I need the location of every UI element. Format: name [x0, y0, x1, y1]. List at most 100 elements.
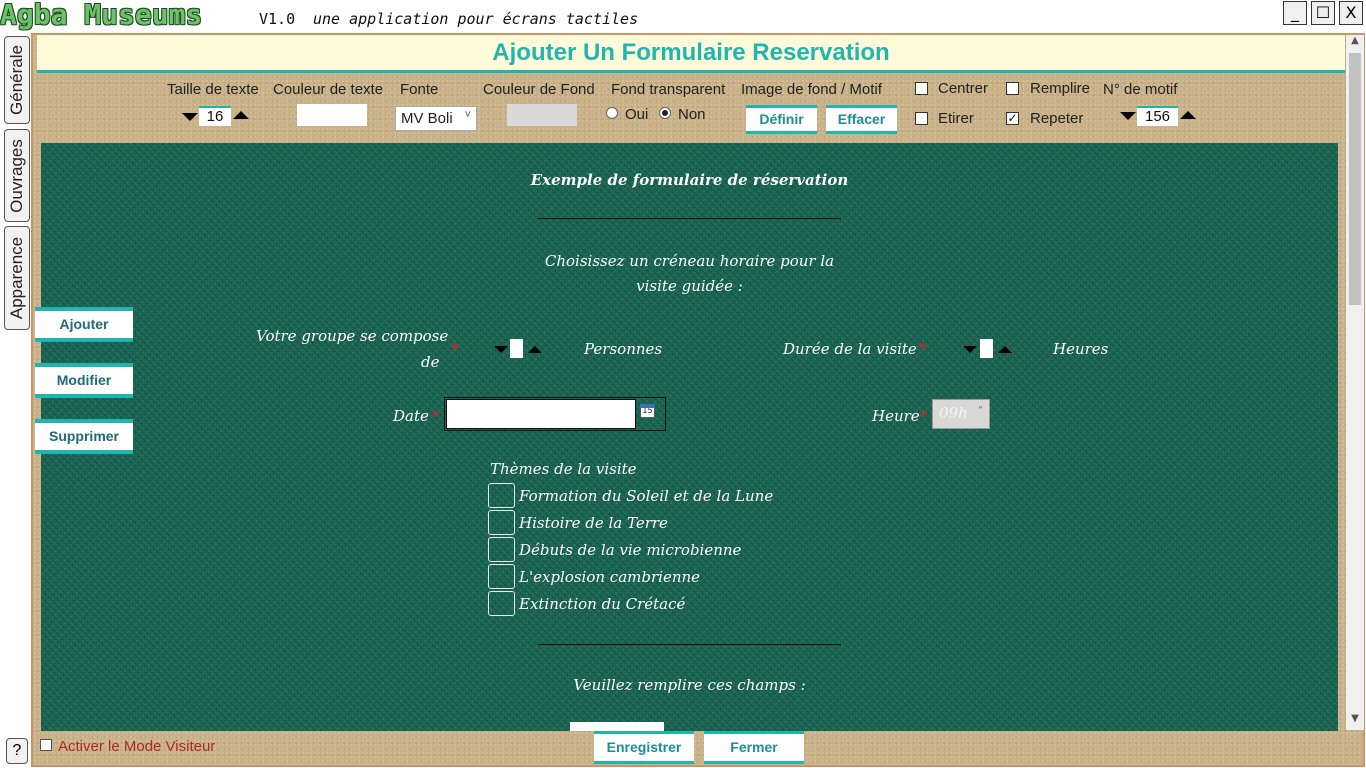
theme-checkbox[interactable] — [488, 537, 515, 562]
theme-checkbox[interactable] — [488, 483, 515, 508]
group-label: Votre groupe se compose — [256, 327, 449, 345]
visitor-mode-label: Activer le Mode Visiteur — [58, 738, 216, 755]
form-divider-top — [538, 218, 841, 219]
theme-label: Débuts de la vie microbienne — [519, 541, 742, 559]
define-button[interactable]: Définir — [746, 105, 817, 134]
theme-label: L'explosion cambrienne — [519, 568, 701, 586]
tab-ouvrages[interactable]: Ouvrages — [4, 129, 30, 222]
add-button[interactable]: Ajouter — [35, 307, 133, 342]
text-size-value[interactable]: 16 — [199, 106, 231, 126]
tab-ouvrages-label: Ouvrages — [7, 138, 26, 213]
date-label: Date — [393, 407, 429, 425]
font-label: Fonte — [400, 81, 439, 98]
slot-prompt-line1: Choisissez un créneau horaire pour la — [544, 252, 835, 270]
pattern-increase-icon[interactable] — [1180, 111, 1196, 119]
pattern-number-label: N° de motif — [1103, 81, 1178, 98]
tab-generale-label: Générale — [7, 45, 26, 115]
text-size-label: Taille de texte — [167, 81, 259, 98]
transparent-yes-radio[interactable] — [606, 107, 618, 119]
minimize-button[interactable]: _ — [1283, 1, 1307, 25]
form-field-partial[interactable] — [570, 722, 664, 731]
text-size-increase-icon[interactable] — [233, 111, 249, 119]
group-increase-icon[interactable] — [528, 346, 542, 353]
date-input[interactable] — [446, 399, 636, 429]
theme-label: Extinction du Crétacé — [519, 595, 686, 613]
app-version: V1.0 — [259, 10, 296, 28]
help-button[interactable]: ? — [6, 738, 28, 764]
page-header: Ajouter Un Formulaire Reservation — [37, 35, 1345, 73]
theme-checkbox[interactable] — [488, 510, 515, 535]
scroll-down-arrow-icon[interactable]: ▼ — [1346, 713, 1364, 729]
text-color-swatch[interactable] — [297, 104, 367, 126]
maximize-button[interactable]: ☐ — [1311, 1, 1335, 25]
transparent-no-label: Non — [678, 106, 706, 123]
text-size-decrease-icon[interactable] — [182, 113, 198, 121]
close-window-button[interactable]: X — [1339, 1, 1363, 25]
hour-label: Heure — [872, 407, 920, 425]
bg-image-label: Image de fond / Motif — [741, 81, 882, 98]
modify-button[interactable]: Modifier — [35, 363, 133, 398]
scroll-up-arrow-icon[interactable]: ▲ — [1346, 35, 1364, 51]
fill-label: Remplire — [1030, 80, 1091, 97]
center-checkbox[interactable] — [915, 82, 928, 95]
fill-fields-prompt: Veuillez remplire ces champs : — [573, 676, 806, 694]
delete-button[interactable]: Supprimer — [35, 419, 133, 454]
date-required-mark: * — [432, 407, 440, 425]
chevron-down-icon: ˅ — [464, 109, 471, 121]
transparent-no-radio[interactable] — [659, 107, 671, 119]
form-title: Exemple de formulaire de réservation — [530, 171, 849, 189]
font-select-value: MV Boli — [401, 110, 453, 127]
repeat-checkbox[interactable]: ✓ — [1006, 112, 1019, 125]
duration-required-mark: * — [919, 340, 927, 358]
slot-prompt-line2: visite guidée : — [636, 277, 743, 295]
vertical-scrollbar[interactable]: ▲ ▼ — [1346, 35, 1364, 730]
pattern-number-value[interactable]: 156 — [1137, 106, 1178, 126]
app-tagline: une application pour écrans tactiles — [313, 10, 639, 28]
calendar-icon[interactable]: 15 — [640, 404, 655, 418]
scroll-thumb[interactable] — [1349, 53, 1361, 305]
app-name: Agba Museums — [0, 0, 203, 31]
chevron-down-icon: ˅ — [978, 406, 983, 417]
hour-select-value: 09h — [939, 404, 968, 422]
pattern-decrease-icon[interactable] — [1120, 112, 1136, 120]
group-size-input[interactable] — [510, 339, 523, 358]
font-select[interactable]: MV Boli ˅ — [395, 106, 477, 131]
center-label: Centrer — [938, 80, 989, 97]
theme-label: Histoire de la Terre — [519, 514, 668, 532]
save-button[interactable]: Enregistrer — [594, 731, 694, 764]
theme-label: Formation du Soleil et de la Lune — [519, 487, 774, 505]
page-title: Ajouter Un Formulaire Reservation — [492, 39, 890, 66]
stretch-checkbox[interactable] — [915, 112, 928, 125]
duration-increase-icon[interactable] — [998, 346, 1012, 353]
transparent-yes-label: Oui — [625, 106, 649, 123]
tab-apparence-label: Apparence — [7, 236, 26, 320]
group-label-cont: de — [421, 353, 440, 371]
bg-color-swatch[interactable] — [507, 104, 577, 126]
tab-apparence[interactable]: Apparence — [4, 226, 30, 330]
clear-button[interactable]: Effacer — [826, 105, 897, 134]
visitor-mode-checkbox[interactable] — [40, 739, 52, 751]
close-button[interactable]: Fermer — [704, 731, 804, 764]
theme-checkbox[interactable] — [488, 591, 515, 616]
hours-unit: Heures — [1053, 340, 1109, 358]
text-color-label: Couleur de texte — [273, 81, 384, 98]
hour-required-mark: * — [920, 407, 928, 425]
duration-label: Durée de la visite — [783, 340, 917, 358]
stretch-label: Etirer — [938, 110, 974, 127]
theme-checkbox[interactable] — [488, 564, 515, 589]
bg-color-label: Couleur de Fond — [483, 81, 595, 98]
fill-checkbox[interactable] — [1006, 82, 1019, 95]
hour-select[interactable]: 09h ˅ — [932, 399, 990, 429]
duration-decrease-icon[interactable] — [963, 346, 977, 353]
group-decrease-icon[interactable] — [494, 346, 508, 353]
group-required-mark: * — [451, 340, 459, 358]
themes-label: Thèmes de la visite — [490, 460, 637, 478]
duration-input[interactable] — [980, 339, 993, 358]
form-divider-bottom — [538, 644, 841, 645]
repeat-label: Repeter — [1030, 110, 1084, 127]
persons-unit: Personnes — [584, 340, 663, 358]
transparent-bg-label: Fond transparent — [611, 81, 726, 98]
title-bar: Agba Museums V1.0 une application pour é… — [0, 0, 1366, 33]
tab-generale[interactable]: Générale — [4, 36, 30, 124]
form-canvas: Exemple de formulaire de réservation Cho… — [41, 143, 1338, 731]
